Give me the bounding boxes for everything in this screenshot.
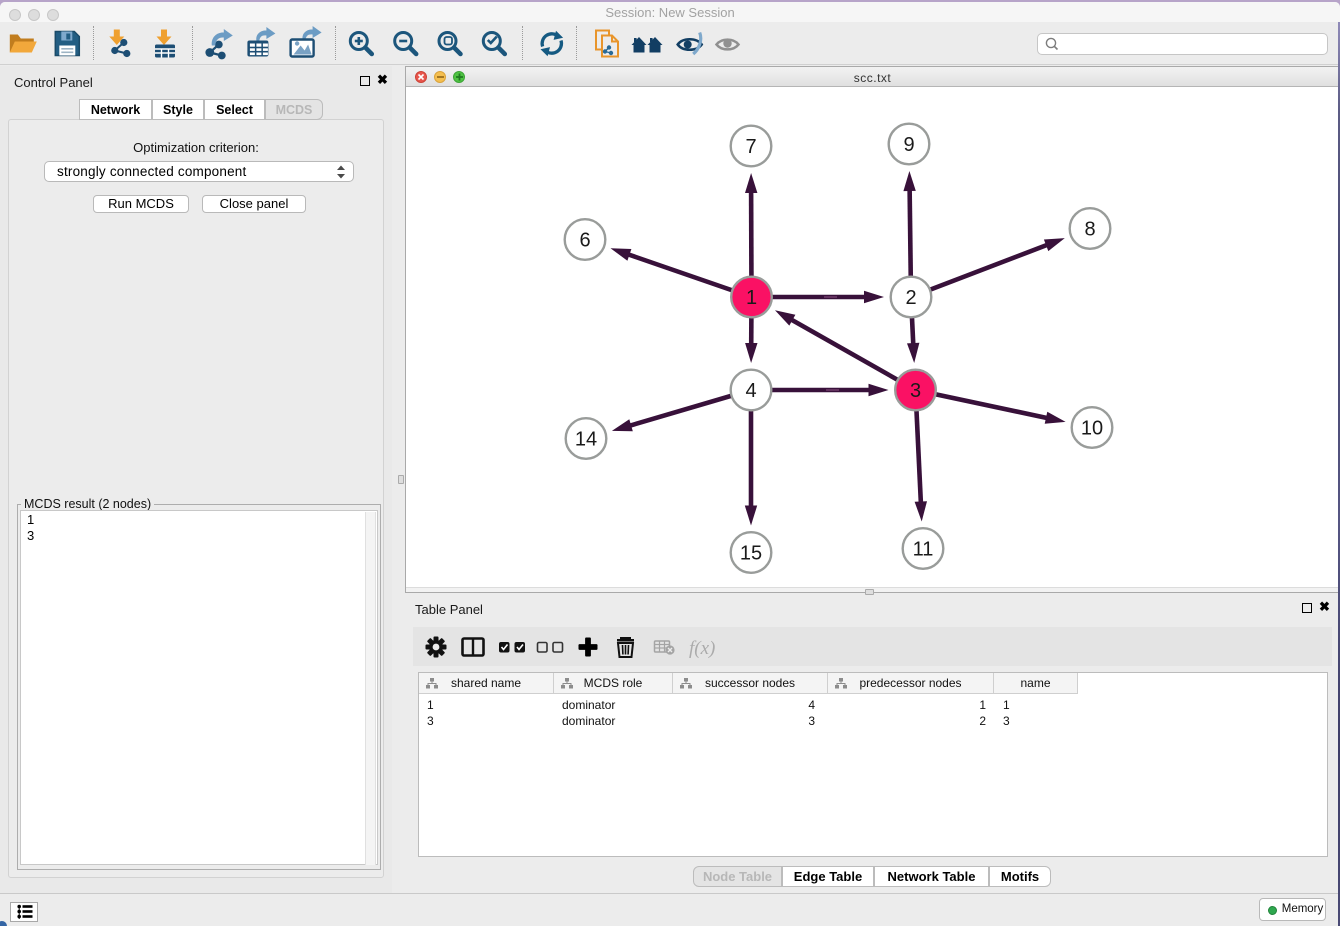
svg-text:14: 14 <box>575 429 597 451</box>
svg-text:3: 3 <box>910 380 921 402</box>
svg-text:6: 6 <box>579 230 590 252</box>
svg-text:2: 2 <box>905 287 916 309</box>
svg-text:f(x): f(x) <box>689 638 715 659</box>
svg-text:10: 10 <box>1081 418 1103 440</box>
svg-text:8: 8 <box>1084 219 1095 241</box>
svg-text:1: 1 <box>746 287 757 309</box>
svg-text:11: 11 <box>913 539 934 561</box>
svg-text:15: 15 <box>740 543 762 565</box>
svg-text:9: 9 <box>903 134 914 156</box>
svg-text:4: 4 <box>745 380 756 402</box>
svg-text:7: 7 <box>745 136 756 158</box>
